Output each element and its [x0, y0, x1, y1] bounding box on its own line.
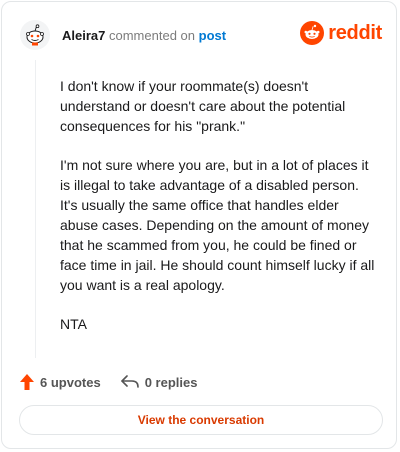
view-conversation-button[interactable]: View the conversation — [19, 405, 383, 435]
comment-card: Aleira7 commented on post reddit I don't… — [1, 1, 397, 449]
upvote-count: 6 upvotes — [40, 374, 101, 390]
brand-wordmark: reddit — [328, 21, 382, 44]
comment-paragraph: I don't know if your roommate(s) doesn't… — [60, 78, 346, 134]
reply-button[interactable]: 0 replies — [120, 374, 198, 390]
reply-arrow-icon — [120, 375, 139, 388]
comment-meta: Aleira7 commented on post — [62, 28, 226, 43]
reddit-logo-icon — [300, 21, 325, 45]
comment-header: Aleira7 commented on post reddit — [20, 20, 382, 50]
snoo-avatar-icon[interactable] — [20, 20, 50, 50]
comment-paragraph: I'm not sure where you are, but in a lot… — [60, 157, 375, 293]
upvote-arrow-icon — [20, 374, 34, 390]
comment-body: I don't know if your roommate(s) doesn't… — [60, 76, 378, 353]
thread-line — [35, 60, 36, 358]
username-link[interactable]: Aleira7 — [62, 28, 105, 43]
action-text: commented on — [109, 27, 195, 43]
post-link[interactable]: post — [199, 28, 226, 43]
upvote-button[interactable]: 6 upvotes — [20, 374, 101, 390]
comment-paragraph: NTA — [60, 316, 87, 332]
reply-count: 0 replies — [144, 374, 198, 390]
comment-actions: 6 upvotes 0 replies — [20, 372, 217, 392]
reddit-logo[interactable]: reddit — [300, 21, 382, 45]
